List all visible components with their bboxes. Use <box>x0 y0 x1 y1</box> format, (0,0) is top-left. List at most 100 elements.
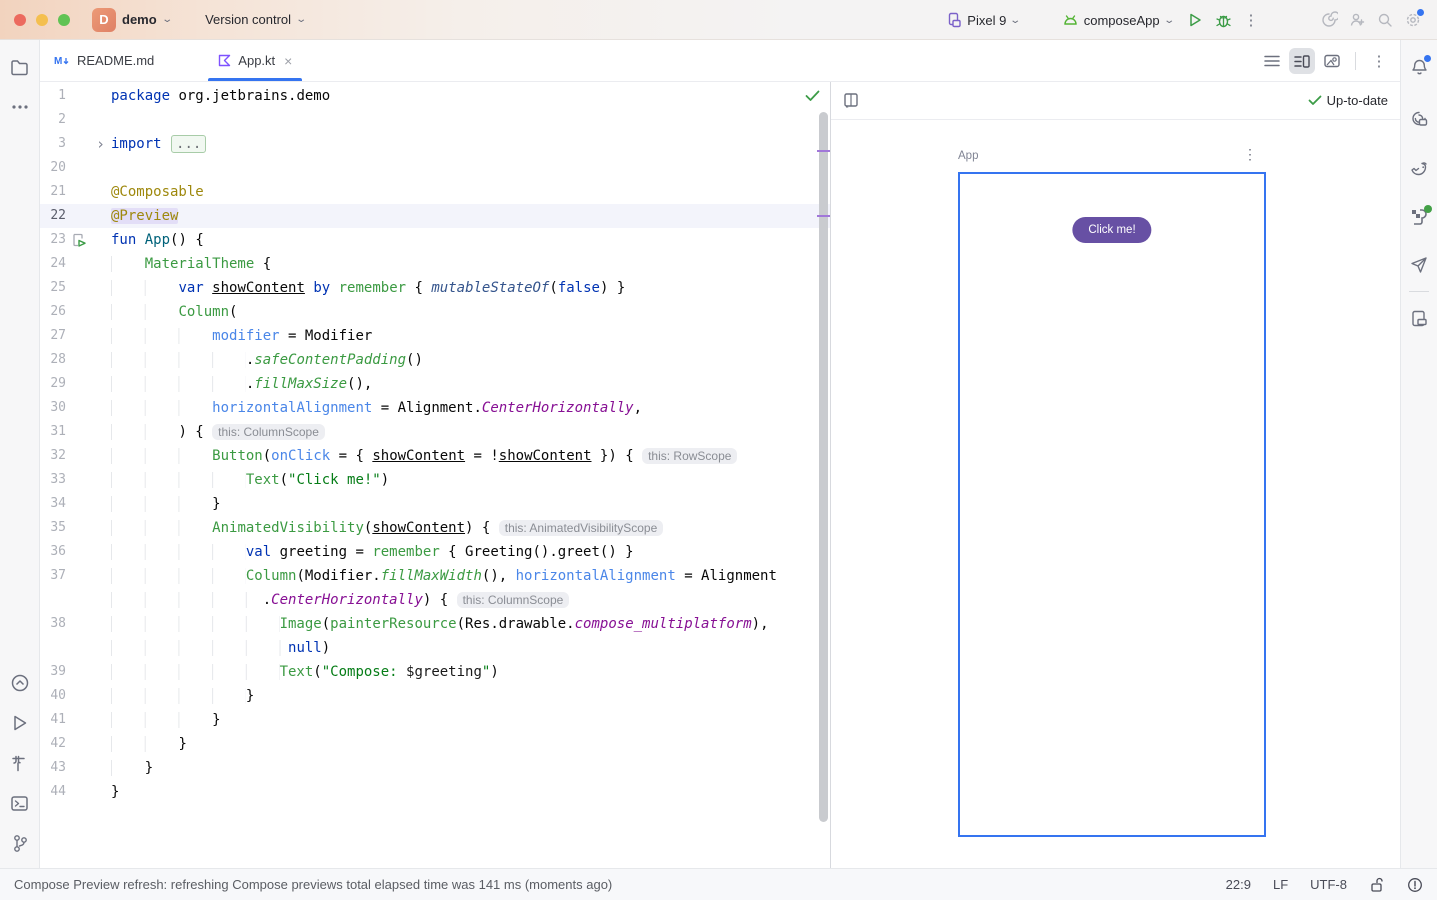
markdown-icon: M <box>54 54 70 67</box>
inspections-ok-icon[interactable] <box>805 90 820 102</box>
add-user-icon[interactable] <box>1343 6 1371 34</box>
project-name: demo <box>122 12 157 27</box>
code-text[interactable]: MaterialTheme { <box>111 252 830 276</box>
plane-icon[interactable] <box>1404 250 1434 280</box>
line-number: 38 <box>40 612 66 636</box>
design-view-button[interactable] <box>1319 48 1345 74</box>
code-text[interactable]: import ... <box>111 132 830 156</box>
code-text[interactable]: Text("Compose: $greeting") <box>111 660 830 684</box>
line-separator-widget[interactable]: LF <box>1273 877 1288 892</box>
settings-icon[interactable] <box>1399 6 1427 34</box>
code-text[interactable]: @Preview <box>111 204 830 228</box>
editor-gutter <box>40 588 111 612</box>
code-text[interactable]: } <box>111 756 830 780</box>
caret-position-widget[interactable]: 22:9 <box>1226 877 1251 892</box>
more-actions-button[interactable]: ⋮ <box>1237 6 1265 34</box>
line-number: 30 <box>40 396 66 420</box>
code-text[interactable]: Image(painterResource(Res.drawable.compo… <box>111 612 830 636</box>
build-icon[interactable] <box>5 748 35 778</box>
code-text[interactable]: } <box>111 684 830 708</box>
code-text[interactable]: package org.jetbrains.demo <box>111 84 830 108</box>
editor-gutter: 27 <box>40 324 111 348</box>
run-tool-window-icon[interactable] <box>5 708 35 738</box>
code-text[interactable]: } <box>111 732 830 756</box>
commit-icon[interactable] <box>5 668 35 698</box>
error-indicator-icon[interactable] <box>1407 877 1423 893</box>
status-message: Compose Preview refresh: refreshing Comp… <box>14 877 612 892</box>
code-text[interactable]: .safeContentPadding() <box>111 348 830 372</box>
code-text[interactable]: horizontalAlignment = Alignment.CenterHo… <box>111 396 830 420</box>
line-number: 40 <box>40 684 66 708</box>
preview-layout-icon[interactable] <box>843 92 860 109</box>
folded-imports[interactable]: ... <box>171 135 206 153</box>
code-text[interactable]: .fillMaxSize(), <box>111 372 830 396</box>
terminal-icon[interactable] <box>5 788 35 818</box>
run-button[interactable] <box>1181 6 1209 34</box>
device-selector[interactable]: Pixel 9 ⌄ <box>939 12 1027 28</box>
notifications-bell-icon[interactable] <box>1404 52 1434 82</box>
gutter-icons <box>66 228 111 252</box>
run-preview-gutter-icon[interactable] <box>71 232 87 248</box>
code-text[interactable]: fun App() { <box>111 228 830 252</box>
code-text[interactable]: Text("Click me!") <box>111 468 830 492</box>
search-icon[interactable] <box>1371 6 1399 34</box>
code-line: 36 val greeting = remember { Greeting().… <box>40 540 830 564</box>
tab-appkt[interactable]: App.kt × <box>204 40 306 81</box>
layout-inspector-icon[interactable] <box>1404 303 1434 333</box>
preview-sync-status[interactable]: Up-to-date <box>1308 93 1388 108</box>
editor-more-options-button[interactable]: ⋮ <box>1366 48 1392 74</box>
editor-scrollbar[interactable] <box>819 112 828 822</box>
code-text[interactable]: val greeting = remember { Greeting().gre… <box>111 540 830 564</box>
code-view-button[interactable] <box>1259 48 1285 74</box>
tab-readme[interactable]: M README.md <box>40 40 168 81</box>
gradle-icon[interactable] <box>1404 154 1434 184</box>
code-line: 29 .fillMaxSize(), <box>40 372 830 396</box>
code-text[interactable] <box>111 108 830 132</box>
scrollbar-change-mark <box>817 150 830 152</box>
code-editor[interactable]: 1package org.jetbrains.demo23›import ...… <box>40 82 830 868</box>
ai-assistant-icon[interactable] <box>1315 6 1343 34</box>
code-text[interactable]: } <box>111 708 830 732</box>
code-text[interactable]: @Composable <box>111 180 830 204</box>
code-text[interactable]: null) <box>111 636 830 660</box>
code-text[interactable]: .CenterHorizontally) { this: ColumnScope <box>111 588 830 612</box>
editor-gutter: 31 <box>40 420 111 444</box>
sync-status-label: Up-to-date <box>1327 93 1388 108</box>
code-text[interactable]: AnimatedVisibility(showContent) { this: … <box>111 516 830 540</box>
ai-assistant-icon[interactable] <box>1404 104 1434 134</box>
code-text[interactable]: ) { this: ColumnScope <box>111 420 830 444</box>
code-text[interactable]: var showContent by remember { mutableSta… <box>111 276 830 300</box>
device-manager-icon[interactable] <box>1404 202 1434 232</box>
code-text[interactable]: } <box>111 492 830 516</box>
more-tool-windows-icon[interactable] <box>5 92 35 122</box>
code-text[interactable]: Button(onClick = { showContent = !showCo… <box>111 444 830 468</box>
notification-dot <box>1424 55 1431 62</box>
code-text[interactable]: Column( <box>111 300 830 324</box>
minimize-window-button[interactable] <box>36 14 48 26</box>
line-number: 28 <box>40 348 66 372</box>
project-folder-icon[interactable] <box>5 52 35 82</box>
gutter-icons <box>66 444 111 468</box>
project-widget[interactable]: D demo ⌄ <box>92 8 171 32</box>
maximize-window-button[interactable] <box>58 14 70 26</box>
editor-gutter: 44 <box>40 780 111 804</box>
code-line: .CenterHorizontally) { this: ColumnScope <box>40 588 830 612</box>
code-text[interactable]: modifier = Modifier <box>111 324 830 348</box>
encoding-widget[interactable]: UTF-8 <box>1310 877 1347 892</box>
split-view-button[interactable] <box>1289 48 1315 74</box>
git-branch-icon[interactable] <box>5 828 35 858</box>
vcs-widget[interactable]: Version control ⌄ <box>205 12 305 27</box>
close-window-button[interactable] <box>14 14 26 26</box>
run-configuration-selector[interactable]: composeApp ⌄ <box>1054 13 1181 28</box>
close-icon[interactable]: × <box>284 53 292 69</box>
code-text[interactable]: } <box>111 780 830 804</box>
code-text[interactable]: Column(Modifier.fillMaxWidth(), horizont… <box>111 564 830 588</box>
fold-chevron-icon[interactable]: › <box>96 133 105 155</box>
lock-icon[interactable] <box>1369 877 1385 893</box>
preview-options-button[interactable]: ⋮ <box>1243 146 1257 163</box>
code-line: 44} <box>40 780 830 804</box>
code-text[interactable] <box>111 156 830 180</box>
preview-click-me-button[interactable]: Click me! <box>1072 217 1151 243</box>
debug-button[interactable] <box>1209 6 1237 34</box>
code-line: 40 } <box>40 684 830 708</box>
